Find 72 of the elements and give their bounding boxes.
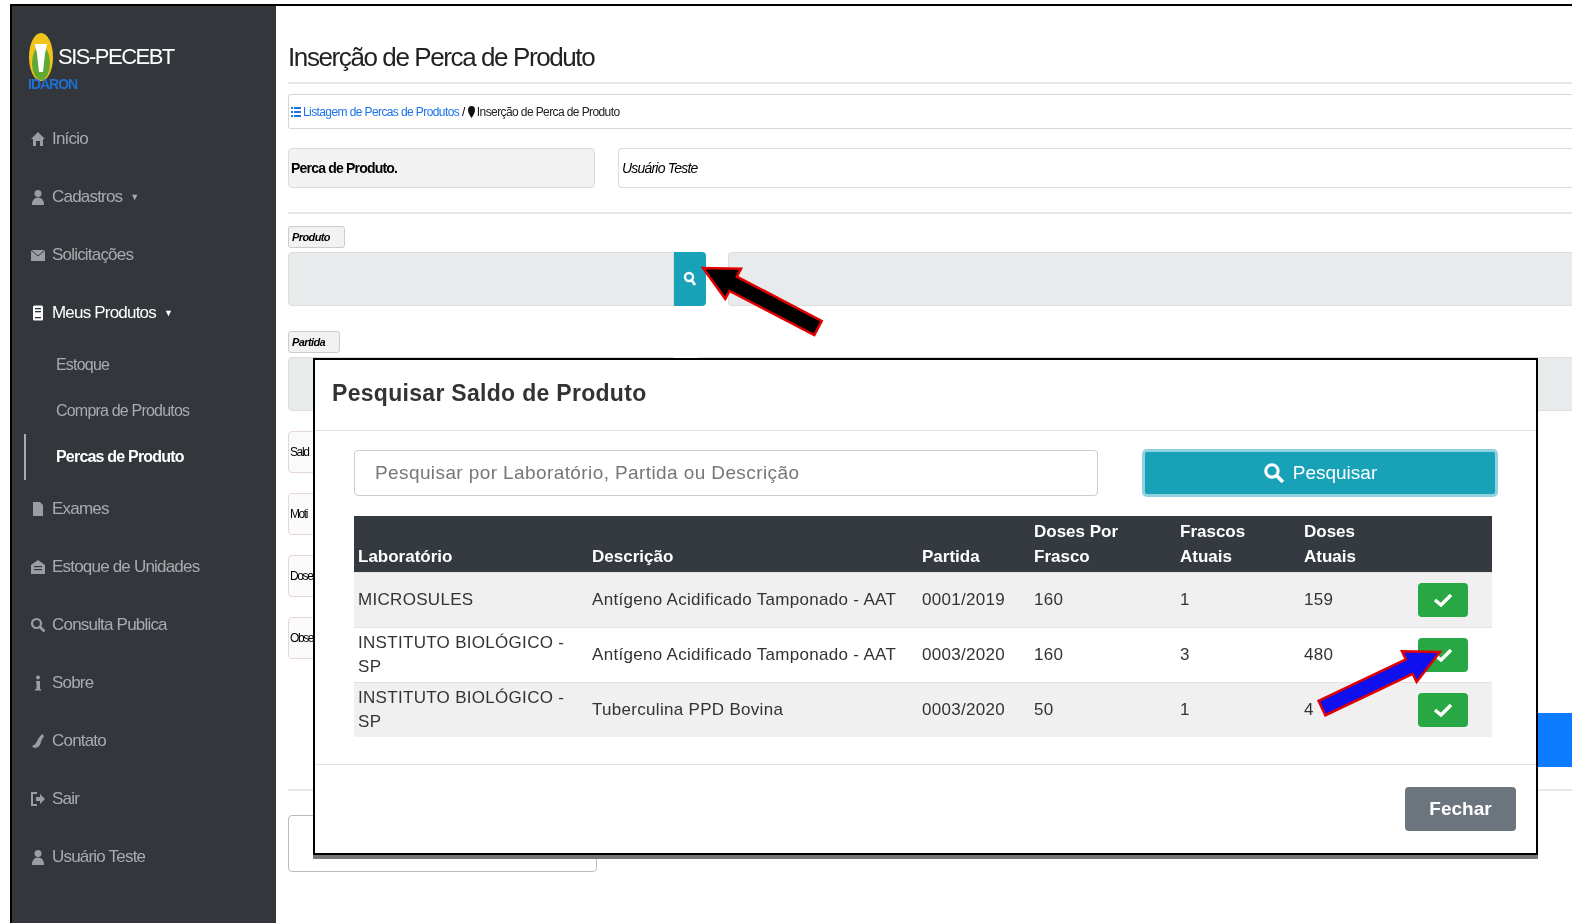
table-cell: 160	[1034, 644, 1064, 664]
table-cell: 0003/2020	[922, 699, 1006, 719]
list-icon	[291, 106, 301, 117]
column-header: Descrição	[588, 516, 918, 573]
table-cell: 0003/2020	[922, 644, 1006, 664]
envelope-icon	[30, 247, 46, 263]
table-cell: 159	[1304, 589, 1334, 609]
sidebar-subitem[interactable]: Compra de Produtos	[24, 388, 276, 434]
close-button[interactable]: Fechar	[1405, 787, 1516, 831]
product-field[interactable]	[288, 252, 674, 306]
table-cell: INSTITUTO BIOLÓGICO - SP	[358, 687, 565, 732]
organization-name: IDARON	[28, 76, 79, 92]
user-field: Usuário Teste	[618, 148, 1572, 188]
page-title: Inserção de Perca de Produto	[288, 42, 596, 74]
search-icon	[30, 617, 46, 633]
home-icon	[30, 131, 46, 147]
column-header: Frascos Atuais	[1176, 516, 1300, 573]
sign-out-icon	[30, 791, 46, 807]
check-icon	[1433, 648, 1453, 663]
sidebar-item[interactable]: Sair	[12, 770, 276, 828]
file-icon	[30, 501, 46, 517]
table-cell: 3	[1180, 644, 1190, 664]
column-header: Laboratório	[354, 516, 588, 573]
sidebar-item[interactable]: Exames	[12, 480, 276, 538]
sidebar-subitem[interactable]: Percas de Produto	[24, 434, 276, 480]
pin-icon	[467, 105, 475, 118]
search-icon	[683, 271, 697, 287]
search-button[interactable]: Pesquisar	[1142, 449, 1498, 497]
column-header: Doses Por Frasco	[1030, 516, 1176, 573]
sidebar-item[interactable]: Sobre	[12, 654, 276, 712]
sidebar-item[interactable]: Consulta Publica	[12, 596, 276, 654]
breadcrumb-separator: /	[462, 104, 465, 119]
field-label: Produto	[288, 226, 345, 248]
dialog-title: Pesquisar Saldo de Produto	[332, 380, 647, 407]
table-cell: 1	[1180, 699, 1190, 719]
check-icon	[1433, 593, 1453, 608]
phone-icon	[30, 733, 46, 749]
search-icon	[1262, 462, 1285, 484]
search-field[interactable]: Pesquisar por Laboratório, Partida ou Descrição	[354, 450, 1098, 496]
table-cell: 4	[1304, 699, 1314, 719]
user-icon	[30, 189, 46, 205]
table-cell: 0001/2019	[922, 589, 1006, 609]
sidebar-item[interactable]: Meus Produtos ▼	[12, 284, 276, 342]
user-icon	[30, 849, 46, 865]
building-icon	[30, 559, 46, 575]
check-icon	[1433, 703, 1453, 718]
sidebar-item[interactable]: Contato	[12, 712, 276, 770]
table-cell: MICROSULES	[358, 589, 474, 609]
sidebar-item[interactable]: Estoque de Unidades	[12, 538, 276, 596]
app-title: SIS-PECEBT	[58, 44, 174, 70]
column-header: Doses Atuais	[1300, 516, 1405, 573]
form-heading: Perca de Produto.	[288, 148, 595, 188]
table-cell: 1	[1180, 589, 1190, 609]
field-label: Partida	[288, 331, 341, 353]
table-cell: Tuberculina PPD Bovina	[592, 699, 784, 719]
search-button[interactable]	[674, 252, 706, 306]
table-cell: INSTITUTO BIOLÓGICO - SP	[358, 632, 565, 677]
table-cell: 160	[1034, 589, 1064, 609]
breadcrumb-current: Inserção de Perca de Produto	[476, 104, 620, 119]
sidebar-item[interactable]: Usuário Teste	[12, 828, 276, 886]
sidebar-item[interactable]: Início	[12, 110, 276, 168]
table-cell: Antígeno Acidificado Tamponado - AAT	[592, 644, 897, 664]
breadcrumb-link[interactable]: Listagem de Percas de Produtos	[303, 104, 460, 119]
sidebar-subitem[interactable]: Estoque	[24, 342, 276, 388]
column-header: Partida	[918, 516, 1030, 573]
sidebar-item[interactable]: Cadastros ▼	[12, 168, 276, 226]
mobile-icon	[30, 305, 46, 321]
sidebar-item[interactable]: Solicitações	[12, 226, 276, 284]
table-cell: 50	[1034, 699, 1054, 719]
table-cell: 480	[1304, 644, 1334, 664]
product-description-field[interactable]	[728, 252, 1572, 306]
table-cell: Antígeno Acidificado Tamponado - AAT	[592, 589, 897, 609]
